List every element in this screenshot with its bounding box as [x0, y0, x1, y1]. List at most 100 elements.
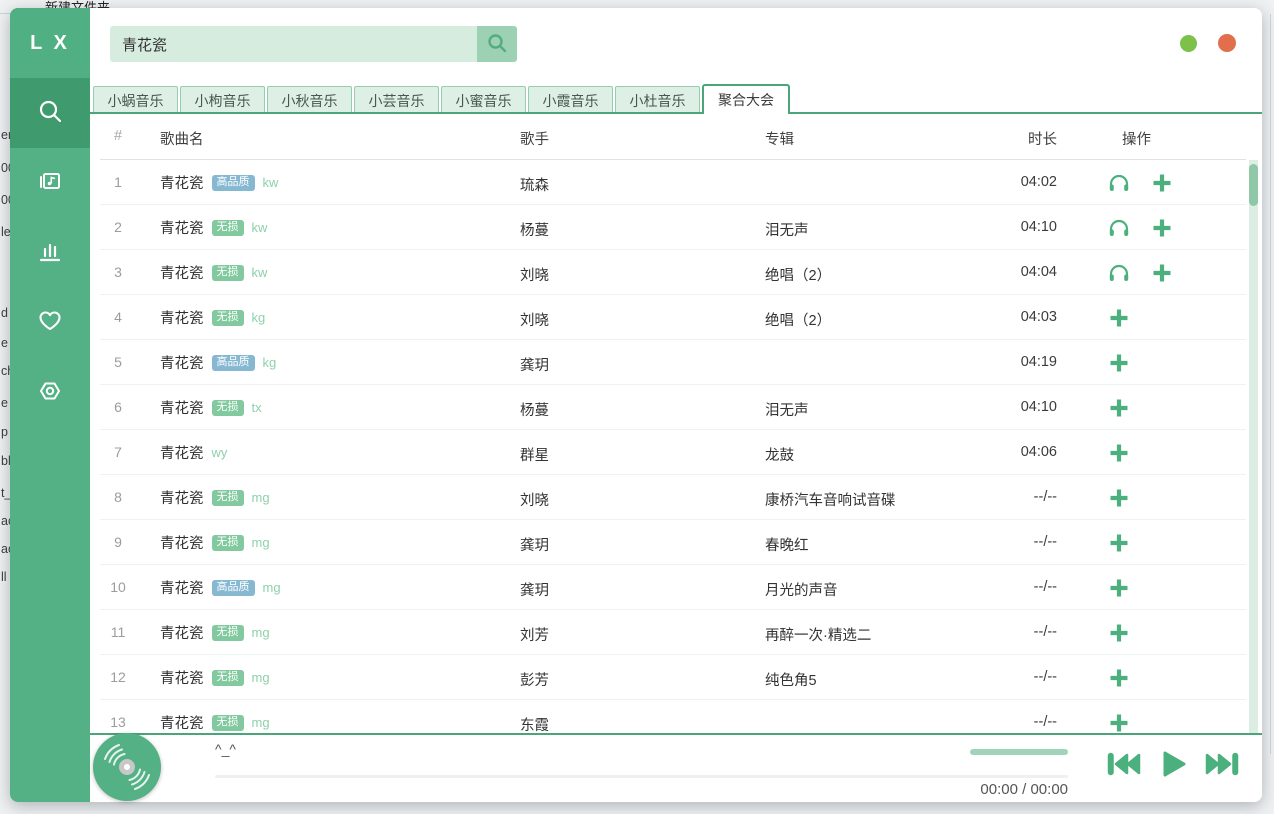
- row-number: 5: [102, 354, 134, 370]
- add-to-list-button[interactable]: [1106, 305, 1132, 331]
- sidebar-item-settings[interactable]: [10, 358, 90, 428]
- volume-slider[interactable]: [970, 749, 1068, 755]
- add-to-list-button[interactable]: [1106, 575, 1132, 601]
- row-actions: [1106, 475, 1132, 520]
- artist-cell: 刘晓: [520, 309, 549, 330]
- artist-cell: 龚玥: [520, 354, 549, 375]
- table-row[interactable]: 1青花瓷高品质kw琉森04:02: [100, 160, 1246, 205]
- add-to-list-button[interactable]: [1106, 710, 1132, 734]
- header-artist: 歌手: [520, 128, 549, 149]
- table-row[interactable]: 3青花瓷无损kw刘晓绝唱（2）04:04: [100, 250, 1246, 295]
- song-table-body: 1青花瓷高品质kw琉森04:022青花瓷无损kw杨蔓泪无声04:103青花瓷无损…: [100, 160, 1246, 733]
- add-to-list-button[interactable]: [1106, 665, 1132, 691]
- duration-cell: 04:19: [990, 354, 1057, 370]
- scrollbar-thumb[interactable]: [1249, 164, 1258, 206]
- add-to-list-button[interactable]: [1149, 260, 1175, 286]
- song-title-cell: 青花瓷高品质kg: [160, 340, 276, 385]
- artist-cell: 杨蔓: [520, 219, 549, 240]
- sidebar-item-search[interactable]: [10, 78, 90, 148]
- tab-music-source[interactable]: 小蜜音乐: [441, 86, 526, 114]
- header-album: 专辑: [765, 128, 794, 149]
- background-window-right-edge: [1270, 14, 1271, 754]
- play-button[interactable]: [1158, 749, 1188, 782]
- table-row[interactable]: 8青花瓷无损mg刘晓康桥汽车音响试音碟--/--: [100, 475, 1246, 520]
- row-number: 13: [102, 714, 134, 730]
- table-row[interactable]: 5 青花瓷高品质kg 龚玥 04:19: [100, 340, 1246, 385]
- minimize-button[interactable]: [1180, 35, 1197, 52]
- source-tag: mg: [263, 580, 281, 595]
- scrollbar-track[interactable]: [1249, 160, 1258, 733]
- table-row[interactable]: 13青花瓷无损mg东霞--/--: [100, 700, 1246, 733]
- source-tag: kw: [263, 175, 279, 190]
- table-row[interactable]: 11青花瓷无损mg刘芳再醉一次·精选二--/--: [100, 610, 1246, 655]
- album-disc[interactable]: [93, 733, 161, 801]
- duration-cell: --/--: [990, 534, 1057, 550]
- plus-icon: [1109, 488, 1129, 508]
- previous-track-button[interactable]: [1106, 750, 1142, 781]
- row-actions: [1106, 610, 1132, 655]
- tab-music-source[interactable]: 小枸音乐: [180, 86, 265, 114]
- add-to-list-button[interactable]: [1106, 620, 1132, 646]
- close-button[interactable]: [1218, 34, 1236, 52]
- table-row[interactable]: 4青花瓷无损kg刘晓绝唱（2）04:03: [100, 295, 1246, 340]
- quality-badge: 高品质: [212, 580, 255, 596]
- main-pane: 小蜗音乐小枸音乐小秋音乐小芸音乐小蜜音乐小霞音乐小杜音乐聚合大会 # 歌曲名 歌…: [90, 8, 1262, 802]
- table-row[interactable]: 10青花瓷高品质mg龚玥月光的声音--/--: [100, 565, 1246, 610]
- add-to-list-button[interactable]: [1106, 485, 1132, 511]
- add-to-list-button[interactable]: [1106, 395, 1132, 421]
- quality-badge: 无损: [212, 265, 244, 281]
- row-number: 1: [102, 174, 134, 190]
- next-track-button[interactable]: [1204, 750, 1240, 781]
- tab-music-source[interactable]: 聚合大会: [702, 84, 790, 114]
- song-title: 青花瓷: [160, 397, 204, 418]
- row-number: 2: [102, 219, 134, 235]
- table-row[interactable]: 12青花瓷无损mg彭芳纯色角5--/--: [100, 655, 1246, 700]
- desktop-text-fragment: p: [1, 425, 8, 439]
- sidebar-item-leaderboard[interactable]: [10, 218, 90, 288]
- song-title: 青花瓷: [160, 622, 204, 643]
- player-controls: [1106, 749, 1240, 782]
- table-row[interactable]: 6青花瓷无损tx杨蔓泪无声04:10: [100, 385, 1246, 430]
- quality-badge: 高品质: [212, 355, 255, 371]
- search-button[interactable]: [477, 26, 517, 62]
- listen-button[interactable]: [1106, 215, 1132, 241]
- tab-music-source[interactable]: 小秋音乐: [267, 86, 352, 114]
- source-tag: mg: [252, 490, 270, 505]
- plus-icon: [1152, 218, 1172, 238]
- search-icon: [36, 97, 64, 130]
- source-tag: wy: [212, 445, 228, 460]
- add-to-list-button[interactable]: [1149, 170, 1175, 196]
- song-title-cell: 青花瓷无损tx: [160, 385, 262, 430]
- player-bar: ^_^ 00:00 / 00:00: [90, 733, 1262, 802]
- artist-cell: 彭芳: [520, 669, 549, 690]
- table-row[interactable]: 7青花瓷wy群星龙鼓04:06: [100, 430, 1246, 475]
- table-row[interactable]: 9青花瓷无损mg龚玥春晚红--/--: [100, 520, 1246, 565]
- add-to-list-button[interactable]: [1106, 530, 1132, 556]
- duration-cell: --/--: [990, 579, 1057, 595]
- player-status-text: ^_^: [215, 741, 236, 757]
- album-cell: 泪无声: [765, 399, 809, 420]
- row-actions: [1106, 430, 1132, 475]
- sidebar-item-love[interactable]: [10, 288, 90, 358]
- plus-icon: [1109, 533, 1129, 553]
- search-input[interactable]: [110, 26, 477, 62]
- sidebar-item-my-list[interactable]: [10, 148, 90, 218]
- add-to-list-button[interactable]: [1106, 440, 1132, 466]
- tab-music-source[interactable]: 小霞音乐: [528, 86, 613, 114]
- quality-badge: 无损: [212, 670, 244, 686]
- source-tag: kg: [252, 310, 266, 325]
- source-tag: mg: [252, 670, 270, 685]
- artist-cell: 龚玥: [520, 579, 549, 600]
- tab-music-source[interactable]: 小芸音乐: [354, 86, 439, 114]
- tab-music-source[interactable]: 小蜗音乐: [93, 86, 178, 114]
- quality-badge: 无损: [212, 310, 244, 326]
- source-tabs: 小蜗音乐小枸音乐小秋音乐小芸音乐小蜜音乐小霞音乐小杜音乐聚合大会: [90, 84, 1262, 114]
- add-to-list-button[interactable]: [1106, 350, 1132, 376]
- table-row[interactable]: 2青花瓷无损kw杨蔓泪无声04:10: [100, 205, 1246, 250]
- headphones-icon: [1107, 171, 1131, 195]
- add-to-list-button[interactable]: [1149, 215, 1175, 241]
- tab-music-source[interactable]: 小杜音乐: [615, 86, 700, 114]
- progress-bar[interactable]: [215, 775, 1068, 778]
- listen-button[interactable]: [1106, 170, 1132, 196]
- listen-button[interactable]: [1106, 260, 1132, 286]
